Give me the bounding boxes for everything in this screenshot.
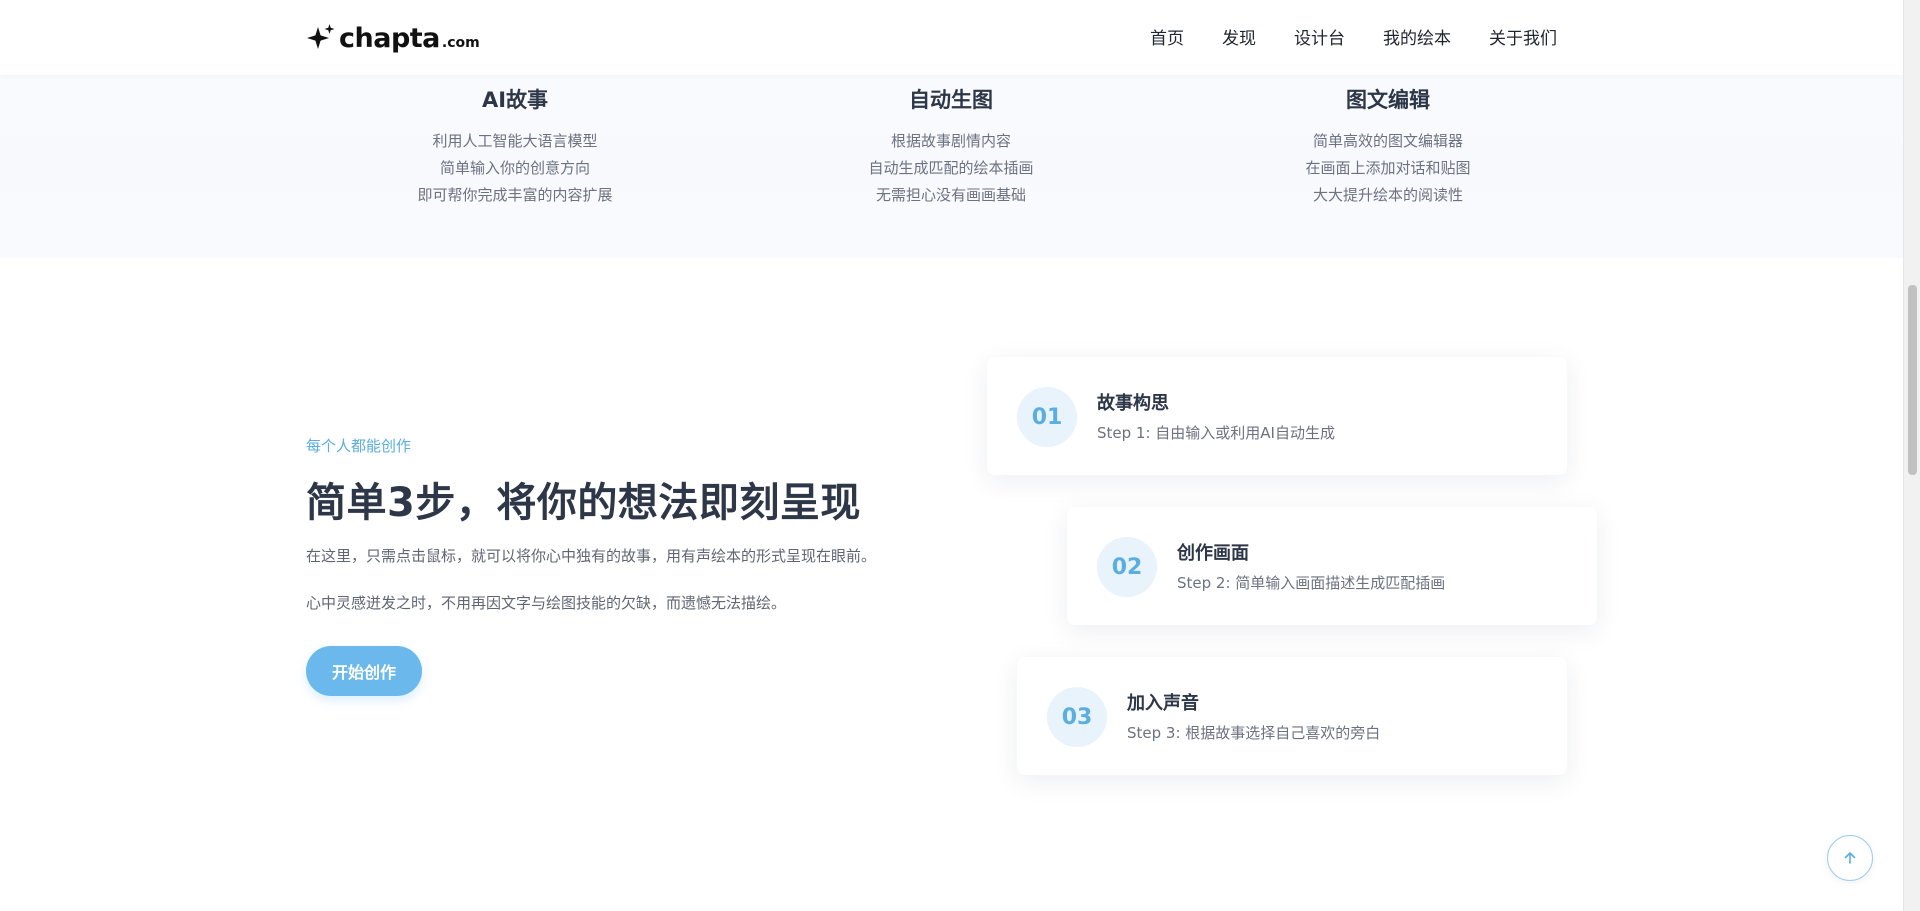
step-number-badge: 02 (1097, 537, 1157, 597)
step-card-2: 02 创作画面 Step 2: 简单输入画面描述生成匹配插画 (1067, 507, 1597, 625)
feature-line: 大大提升绘本的阅读性 (1312, 186, 1463, 204)
page: AI故事 利用人工智能大语言模型 简单输入你的创意方向 即可帮你完成丰富的内容扩… (0, 0, 1920, 911)
step-number-badge: 01 (1017, 387, 1077, 447)
section-paragraph: 心中灵感迸发之时，不用再因文字与绘图技能的欠缺，而遗憾无法描绘。 (306, 594, 787, 612)
nav-home[interactable]: 首页 (1150, 24, 1184, 49)
feature-title: 自动生图 (909, 88, 993, 112)
step-card-1: 01 故事构思 Step 1: 自由输入或利用AI自动生成 (987, 357, 1567, 475)
section-kicker: 每个人都能创作 (306, 437, 412, 455)
feature-line: 即可帮你完成丰富的内容扩展 (417, 186, 613, 204)
nav-discover[interactable]: 发现 (1222, 24, 1256, 49)
feature-line: 简单高效的图文编辑器 (1312, 132, 1463, 150)
scrollbar-thumb[interactable] (1908, 285, 1917, 475)
sparkle-icon (307, 24, 335, 49)
step-description: Step 2: 简单输入画面描述生成匹配插画 (1177, 574, 1446, 592)
feature-editor: 图文编辑 简单高效的图文编辑器 在画面上添加对话和贴图 大大提升绘本的阅读性 (1238, 84, 1538, 209)
nav-my-books[interactable]: 我的绘本 (1383, 24, 1451, 49)
step-title: 加入声音 (1127, 693, 1199, 714)
logo-tld: .com (441, 35, 480, 51)
section-headline: 简单3步，将你的想法即刻呈现 (306, 480, 861, 526)
feature-line: 在画面上添加对话和贴图 (1305, 159, 1471, 177)
feature-auto-image: 自动生图 根据故事剧情内容 自动生成匹配的绘本插画 无需担心没有画画基础 (801, 84, 1101, 209)
site-header: chapta .com 首页 发现 设计台 我的绘本 关于我们 (0, 0, 1903, 75)
feature-line: 自动生成匹配的绘本插画 (868, 159, 1034, 177)
feature-title: AI故事 (481, 88, 549, 112)
logo-name: chapta (339, 22, 440, 54)
step-title: 创作画面 (1177, 543, 1249, 564)
step-title: 故事构思 (1097, 393, 1169, 414)
step-number-badge: 03 (1047, 687, 1107, 747)
logo[interactable]: chapta .com (306, 20, 480, 56)
feature-line: 无需担心没有画画基础 (875, 186, 1026, 204)
section-paragraph: 在这里，只需点击鼠标，就可以将你心中独有的故事，用有声绘本的形式呈现在眼前。 (306, 547, 877, 565)
step-card-3: 03 加入声音 Step 3: 根据故事选择自己喜欢的旁白 (1017, 657, 1567, 775)
feature-line: 利用人工智能大语言模型 (432, 132, 598, 150)
main-nav: 首页 发现 设计台 我的绘本 关于我们 (1112, 24, 1557, 49)
feature-ai-story: AI故事 利用人工智能大语言模型 简单输入你的创意方向 即可帮你完成丰富的内容扩… (365, 84, 665, 209)
arrow-up-icon (1844, 852, 1856, 864)
feature-line: 根据故事剧情内容 (890, 132, 1011, 150)
page-scrollbar[interactable] (1903, 0, 1920, 911)
start-creating-button[interactable]: 开始创作 (306, 646, 422, 696)
nav-design[interactable]: 设计台 (1294, 24, 1345, 49)
feature-title: 图文编辑 (1346, 88, 1430, 112)
step-description: Step 1: 自由输入或利用AI自动生成 (1097, 424, 1335, 442)
step-description: Step 3: 根据故事选择自己喜欢的旁白 (1127, 724, 1381, 742)
back-to-top-button[interactable] (1827, 835, 1873, 881)
nav-about[interactable]: 关于我们 (1489, 24, 1557, 49)
feature-line: 简单输入你的创意方向 (439, 159, 590, 177)
